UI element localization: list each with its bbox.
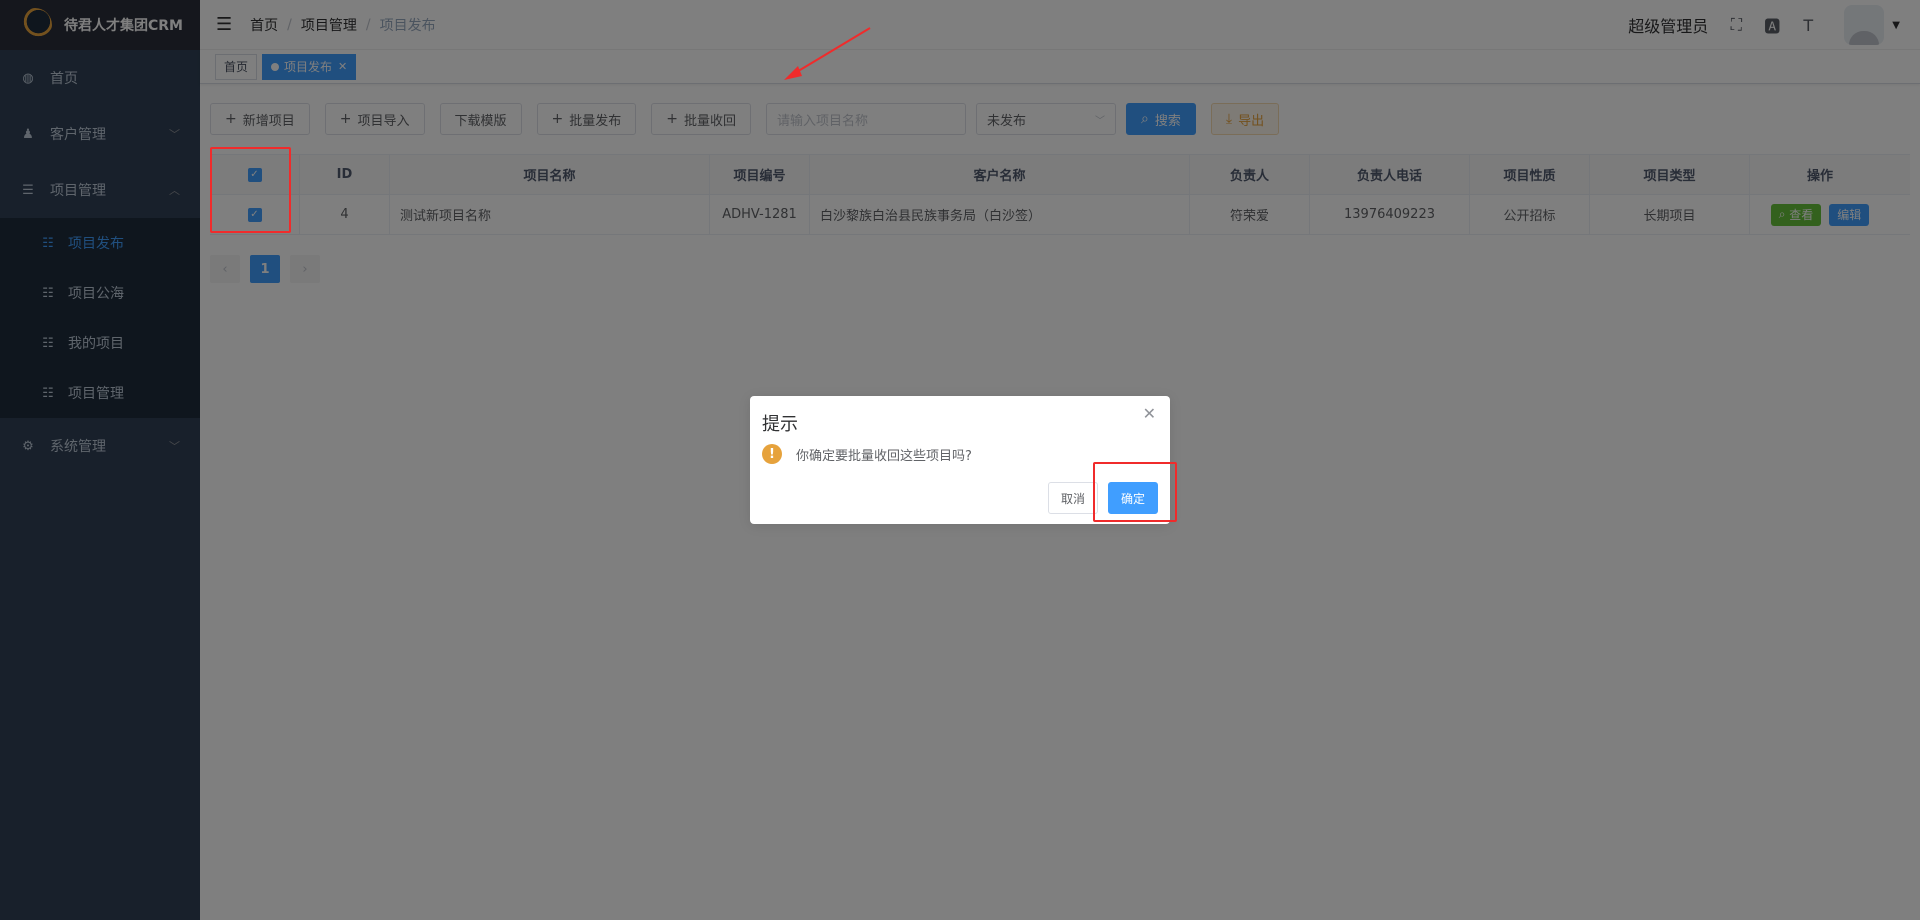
- close-icon[interactable]: ✕: [1143, 404, 1156, 423]
- cancel-button[interactable]: 取消: [1047, 482, 1098, 514]
- annotation-confirm-highlight: [1093, 462, 1177, 522]
- app-root: 待君人才集团CRM ◍ 首页 ♟ 客户管理 ﹀ ☰ 项目管理 ︿ ☷ 项目发布 …: [0, 0, 1920, 920]
- dialog-title: 提示: [762, 414, 798, 435]
- annotation-arrow-icon: [784, 27, 871, 80]
- dialog-message: 你确定要批量收回这些项目吗?: [796, 448, 972, 464]
- dialog-body: ! 你确定要批量收回这些项目吗?: [762, 444, 972, 464]
- warning-icon: !: [762, 444, 782, 464]
- annotation-checkbox-highlight: [210, 147, 291, 233]
